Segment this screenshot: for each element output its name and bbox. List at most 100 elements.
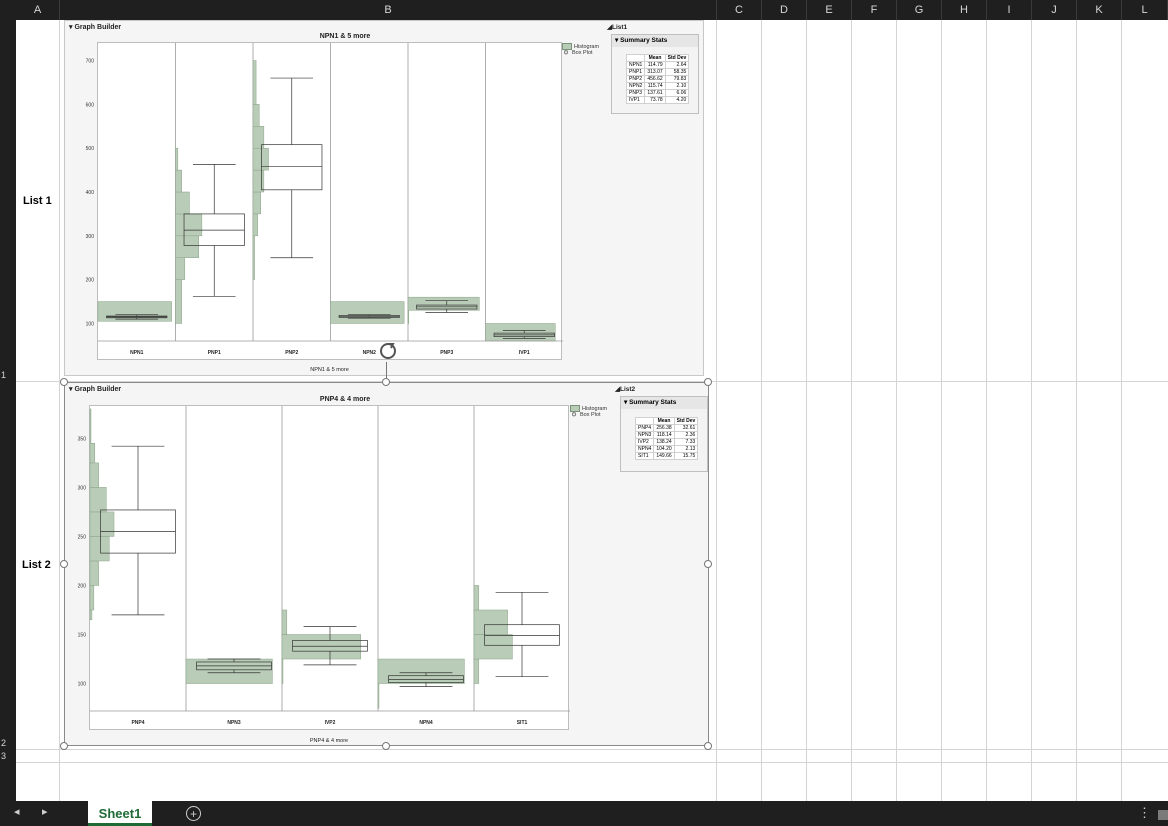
plot-area-2[interactable]: 100 150 200 250 300 350 PNP4 NPN3 IVP2 NPN4 SIT1 xyxy=(78,405,570,730)
resize-handle-bottom-right[interactable] xyxy=(704,742,712,750)
list-label-2: ◢List2 xyxy=(615,386,636,393)
histogram-bar-pnp4 xyxy=(89,487,107,513)
y-tick-label: 300 xyxy=(78,485,87,491)
row-header-strip: 1 2 3 xyxy=(0,20,16,801)
histogram-bar-sit1 xyxy=(473,609,508,635)
y-tick-label: 500 xyxy=(86,146,95,152)
column-header-d[interactable]: D xyxy=(762,0,807,20)
resize-handle-left[interactable] xyxy=(60,560,68,568)
y-tick-label: 400 xyxy=(86,190,95,196)
histogram-bar-pnp4 xyxy=(89,585,95,611)
graph-builder-header-1[interactable]: ▾ Graph Builder xyxy=(69,23,121,31)
histogram-bar-pnp1 xyxy=(175,235,199,258)
table-row: NPN1 114.79 2.64 xyxy=(625,61,690,69)
x-tick-label-npn3: NPN3 xyxy=(227,720,241,726)
select-all-corner[interactable] xyxy=(0,0,16,20)
histogram-bar-npn2 xyxy=(330,301,405,324)
histogram-bar-pnp4 xyxy=(89,536,110,562)
column-header-a[interactable]: A xyxy=(16,0,60,20)
table-row: PNP3 137.61 6.06 xyxy=(625,89,690,97)
y-tick-label: 300 xyxy=(86,234,95,240)
histogram-bar-pnp4 xyxy=(89,443,96,464)
histogram-bar-pnp1 xyxy=(175,147,179,171)
graph-object-list-1[interactable]: ▾ Graph Builder NPN1 & 5 more 100 200 300 4… xyxy=(64,20,704,376)
row-header-2[interactable]: 2 xyxy=(0,738,17,748)
chart-title-1: NPN1 & 5 more xyxy=(319,33,371,40)
summary-stats-header-2[interactable]: ▾ Summary Stats xyxy=(621,397,707,409)
sheet-next-arrow-icon[interactable]: ▸ xyxy=(42,805,48,818)
y-tick-label: 600 xyxy=(86,102,95,108)
table-row: NPN3 118.14 2.36 xyxy=(634,431,699,439)
histogram-bar-pnp1 xyxy=(175,191,190,215)
legend-item-histogram-1: Histogram xyxy=(562,43,599,50)
chart-title-2: PNP4 & 4 more xyxy=(319,396,371,403)
legend-item-histogram-2: Histogram xyxy=(570,405,607,412)
y-tick-label: 150 xyxy=(78,633,87,639)
column-header-k[interactable]: K xyxy=(1077,0,1122,20)
y-tick-label: 200 xyxy=(86,278,95,284)
column-header-h[interactable]: H xyxy=(942,0,987,20)
histogram-bar-pnp1 xyxy=(175,169,182,193)
column-header-g[interactable]: G xyxy=(897,0,942,20)
histogram-bar-pnp4 xyxy=(89,609,93,621)
resize-handle-right[interactable] xyxy=(704,560,712,568)
y-tick-label: 100 xyxy=(86,321,95,327)
resize-handle-bottom[interactable] xyxy=(382,742,390,750)
x-tick-label-pnp1: PNP1 xyxy=(208,350,221,356)
plot-area-1[interactable]: 100 200 300 400 500 600 700 NPN1 PNP1 PNP2 NPN2 PNP… xyxy=(86,42,563,360)
table-row: NPN4 104.20 2.13 xyxy=(634,445,699,453)
table-row: PNP4 256.38 32.61 xyxy=(634,424,699,432)
column-header-b[interactable]: B xyxy=(60,0,717,20)
x-tick-label-pnp3: PNP3 xyxy=(440,350,453,356)
box-pnp2 xyxy=(261,144,323,191)
column-header-j[interactable]: J xyxy=(1032,0,1077,20)
resize-handle-bottom-left[interactable] xyxy=(60,742,68,750)
sheet-tab-sheet1[interactable]: Sheet1 xyxy=(88,801,152,826)
summary-stats-header-1[interactable]: ▾ Summary Stats xyxy=(612,35,698,47)
histogram-bar-pnp2 xyxy=(252,235,255,280)
legend-1: Histogram ⏣ Box Plot xyxy=(562,43,599,56)
resize-handle-top[interactable] xyxy=(382,378,390,386)
add-sheet-icon[interactable]: + xyxy=(186,806,201,821)
histogram-bar-pnp2 xyxy=(252,191,261,215)
column-header-c[interactable]: C xyxy=(717,0,762,20)
horizontal-scroll-handle[interactable] xyxy=(1158,810,1168,820)
x-tick-label-pnp4: PNP4 xyxy=(131,720,144,726)
x-axis-title-2: PNP4 & 4 more xyxy=(309,738,349,744)
histogram-bar-pnp4 xyxy=(89,560,99,586)
x-tick-label-sit1: SIT1 xyxy=(517,720,528,726)
graph-builder-header-2[interactable]: ▾ Graph Builder xyxy=(69,385,121,393)
graph-builder-header-text-2: Graph Builder xyxy=(74,386,122,393)
x-axis-title-1: NPN1 & 5 more xyxy=(310,367,349,373)
y-tick-label: 350 xyxy=(78,436,87,442)
histogram-bar-pnp4 xyxy=(89,408,92,444)
summary-stats-panel-2: ▾ Summary Stats Mean Std Dev PNP4 256.38 32… xyxy=(620,396,708,472)
column-header-bar: A B C D E F G H I J K L xyxy=(0,0,1168,20)
graph-object-list-2[interactable]: ▾ Graph Builder PNP4 & 4 more 100 150 200 2… xyxy=(64,382,709,746)
rotate-handle-icon[interactable] xyxy=(377,340,399,362)
box-histogram-chart-1: 100 200 300 400 500 600 700 NPN1 PNP1 PNP2 NPN2 PNP… xyxy=(86,43,563,356)
row-label-list-2: List 2 xyxy=(22,559,51,571)
column-header-f[interactable]: F xyxy=(852,0,897,20)
more-options-icon[interactable]: ⋮ xyxy=(1138,805,1151,821)
resize-handle-top-left[interactable] xyxy=(60,378,68,386)
table-row: NPN2 115.74 2.10 xyxy=(625,82,690,90)
list-label-1: ◢List1 xyxy=(607,24,628,31)
resize-handle-top-right[interactable] xyxy=(704,378,712,386)
column-header-e[interactable]: E xyxy=(807,0,852,20)
column-header-i[interactable]: I xyxy=(987,0,1032,20)
y-tick-label: 200 xyxy=(78,583,87,589)
summary-stats-panel-1: ▾ Summary Stats Mean Std Dev NPN1 114.79 2.… xyxy=(611,34,699,114)
histogram-bar-sit1 xyxy=(473,585,480,611)
legend-item-boxplot-1: ⏣ Box Plot xyxy=(563,50,593,56)
row-header-1[interactable]: 1 xyxy=(0,370,17,380)
histogram-bar-pnp2 xyxy=(252,104,260,127)
histogram-bar-sit1 xyxy=(473,634,513,660)
legend-item-boxplot-2: ⏣ Box Plot xyxy=(571,412,601,418)
sheet-tab-bar: ◂ ▸ Sheet1 + ⋮ xyxy=(0,801,1168,826)
y-tick-label: 250 xyxy=(78,534,87,540)
column-header-l[interactable]: L xyxy=(1122,0,1168,20)
sheet-prev-arrow-icon[interactable]: ◂ xyxy=(14,805,20,818)
histogram-bar-npn4 xyxy=(377,683,380,709)
row-header-3[interactable]: 3 xyxy=(0,751,17,761)
